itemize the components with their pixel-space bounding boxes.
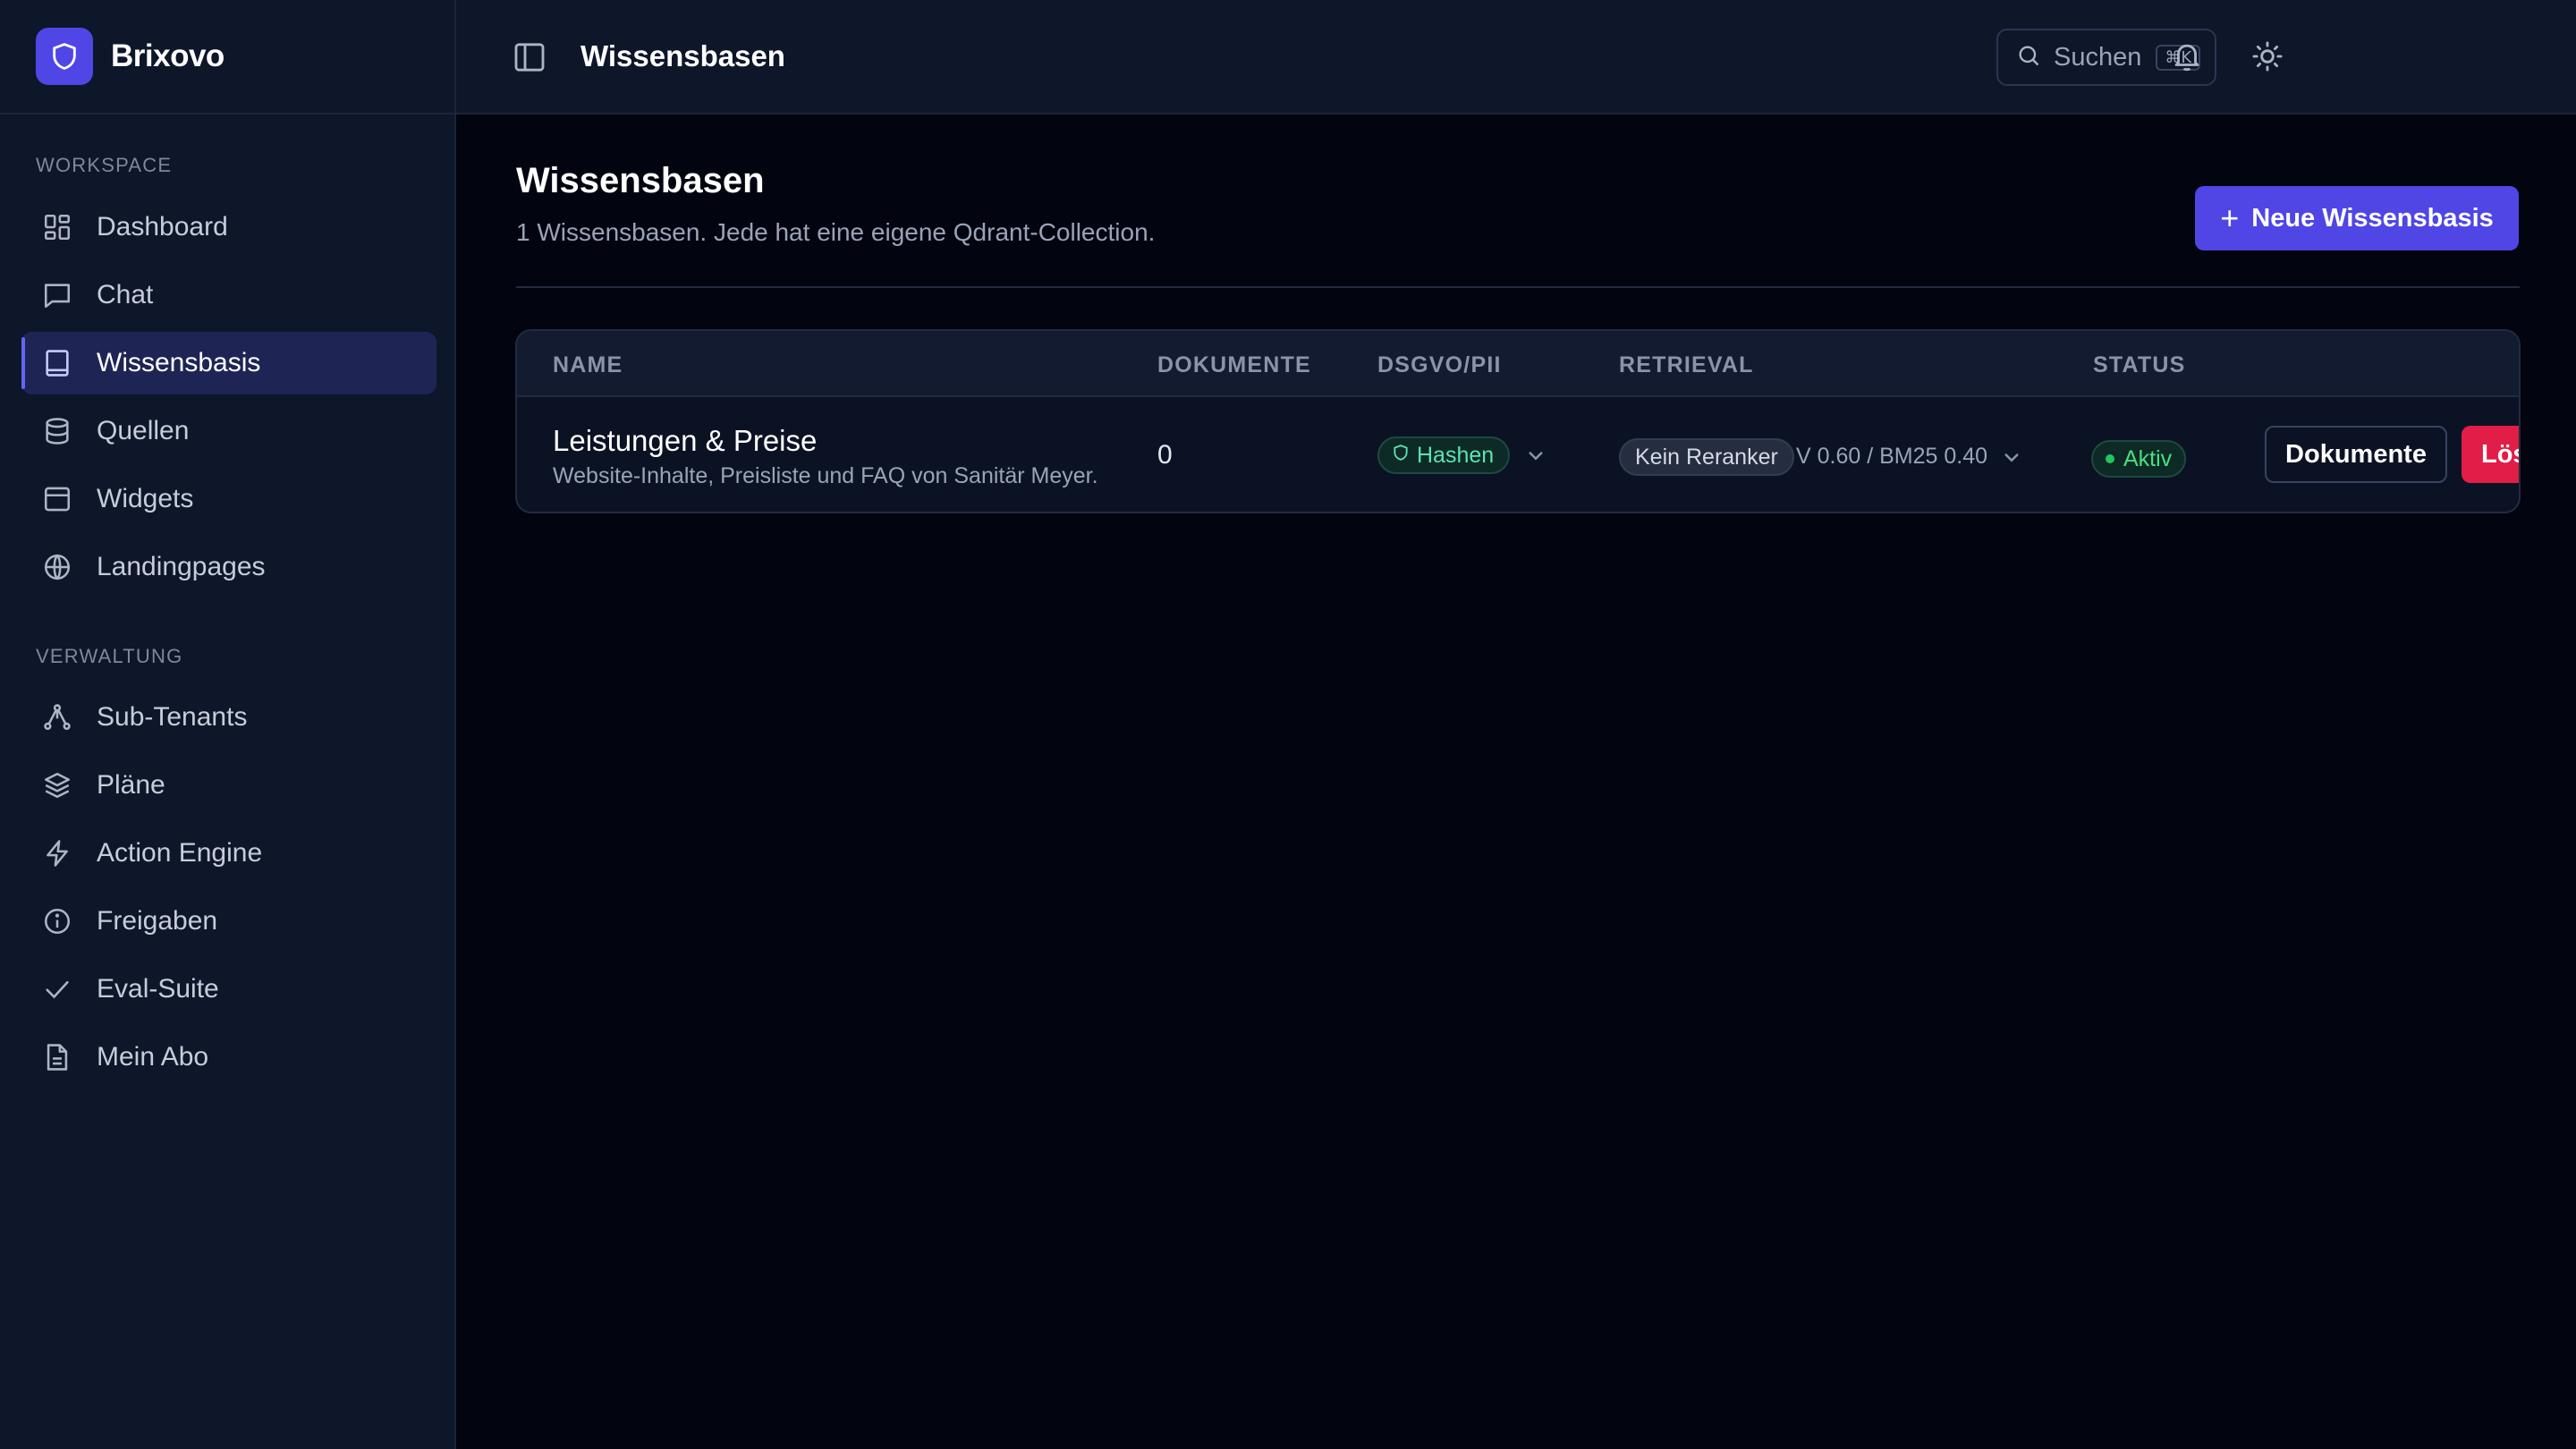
column-header-pii: DSGVO/PII [1377, 352, 1502, 377]
search-icon [2016, 43, 2041, 72]
sidebar-item-label: Quellen [97, 416, 190, 445]
sidebar-item-sub-tenants[interactable]: Sub-Tenants [21, 686, 436, 749]
sidebar-item-label: Action Engine [97, 838, 263, 868]
layers-icon [39, 767, 75, 803]
sidebar-item-label: Eval-Suite [97, 974, 219, 1004]
brand-shield-icon [36, 28, 93, 85]
section-label-workspace: WORKSPACE [36, 154, 173, 176]
chevron-down-icon[interactable] [1998, 444, 2025, 470]
bolt-icon [39, 835, 75, 871]
widget-icon [39, 481, 75, 517]
page-title: Wissensbasen [516, 161, 765, 200]
dashboard-icon [39, 209, 75, 245]
reranker-badge: Kein Reranker [1619, 438, 1794, 476]
info-icon [39, 903, 75, 939]
sidebar-item-mein-abo[interactable]: Mein Abo [21, 1026, 436, 1089]
sidebar-item-freigaben[interactable]: Freigaben [21, 890, 436, 953]
theme-toggle-sun-icon[interactable] [2250, 39, 2286, 75]
column-header-documents: DOKUMENTE [1157, 352, 1311, 377]
kb-name[interactable]: Leistungen & Preise [553, 424, 817, 458]
main-divider [516, 286, 2520, 288]
pii-mode-label: Hashen [1417, 442, 1495, 468]
column-header-retrieval: RETRIEVAL [1619, 352, 1754, 377]
check-icon [39, 971, 75, 1007]
sidebar-divider [0, 113, 456, 114]
search-label: Suchen [2054, 42, 2142, 72]
bell-icon[interactable] [2170, 39, 2206, 75]
documents-button-label: Dokumente [2285, 439, 2427, 469]
kb-description: Website-Inhalte, Preisliste und FAQ von … [553, 463, 1098, 488]
pii-mode-badge[interactable]: Hashen [1377, 436, 1511, 474]
sidebar: Brixovo WORKSPACE Dashboard Chat Wissens… [0, 0, 456, 1449]
sidebar-item-chat[interactable]: Chat [21, 264, 436, 326]
sidebar-item-label: Pläne [97, 770, 165, 800]
status-label: Aktiv [2123, 445, 2173, 471]
sidebar-toggle-icon[interactable] [512, 39, 547, 75]
document-icon [39, 1039, 75, 1075]
knowledge-base-table: NAME DOKUMENTE DSGVO/PII RETRIEVAL STATU… [515, 329, 2521, 513]
sidebar-item-label: Chat [97, 280, 154, 309]
status-badge: Aktiv [2091, 440, 2187, 478]
kb-document-count: 0 [1157, 440, 1173, 470]
delete-button[interactable]: Lös [2462, 426, 2519, 483]
column-header-name: NAME [553, 352, 623, 377]
page-title-header: Wissensbasen [580, 39, 785, 72]
sidebar-item-plaene[interactable]: Pläne [21, 754, 436, 817]
new-button-label: Neue Wissensbasis [2251, 203, 2494, 233]
sidebar-item-label: Mein Abo [97, 1042, 209, 1072]
database-icon [39, 413, 75, 449]
topbar: Wissensbasen Suchen ⌘K [456, 0, 2576, 114]
book-icon [39, 345, 75, 381]
sidebar-item-landingpages[interactable]: Landingpages [21, 536, 436, 598]
sidebar-item-dashboard[interactable]: Dashboard [21, 196, 436, 258]
sidebar-item-wissensbasis[interactable]: Wissensbasis [21, 332, 436, 394]
table-header: NAME DOKUMENTE DSGVO/PII RETRIEVAL STATU… [517, 331, 2519, 397]
sidebar-item-label: Sub-Tenants [97, 702, 248, 732]
network-icon [39, 699, 75, 735]
brand[interactable]: Brixovo [36, 27, 225, 86]
sidebar-item-label: Landingpages [97, 552, 266, 581]
plus-icon: + [2220, 199, 2240, 236]
brand-name: Brixovo [111, 38, 225, 73]
new-knowledge-base-button[interactable]: + Neue Wissensbasis [2195, 186, 2519, 250]
sidebar-item-quellen[interactable]: Quellen [21, 400, 436, 462]
sidebar-item-label: Dashboard [97, 212, 228, 242]
section-label-verwaltung: VERWALTUNG [36, 645, 183, 667]
chevron-down-icon[interactable] [1522, 442, 1549, 469]
sidebar-item-label: Wissensbasis [97, 348, 261, 377]
status-dot-icon [2106, 454, 2114, 463]
column-header-status: STATUS [2093, 352, 2186, 377]
sidebar-item-eval-suite[interactable]: Eval-Suite [21, 958, 436, 1021]
reranker-label: Kein Reranker [1635, 444, 1778, 470]
documents-button[interactable]: Dokumente [2265, 426, 2447, 483]
page-subtitle: 1 Wissensbasen. Jede hat eine eigene Qdr… [516, 218, 1156, 246]
delete-button-label: Lös [2481, 439, 2519, 469]
sidebar-item-label: Widgets [97, 484, 194, 513]
sidebar-item-action-engine[interactable]: Action Engine [21, 822, 436, 885]
chat-icon [39, 277, 75, 313]
sidebar-item-widgets[interactable]: Widgets [21, 468, 436, 530]
shield-icon [1392, 443, 1410, 469]
retrieval-params: V 0.60 / BM25 0.40 [1796, 444, 1988, 469]
globe-icon [39, 549, 75, 585]
sidebar-item-label: Freigaben [97, 906, 218, 936]
